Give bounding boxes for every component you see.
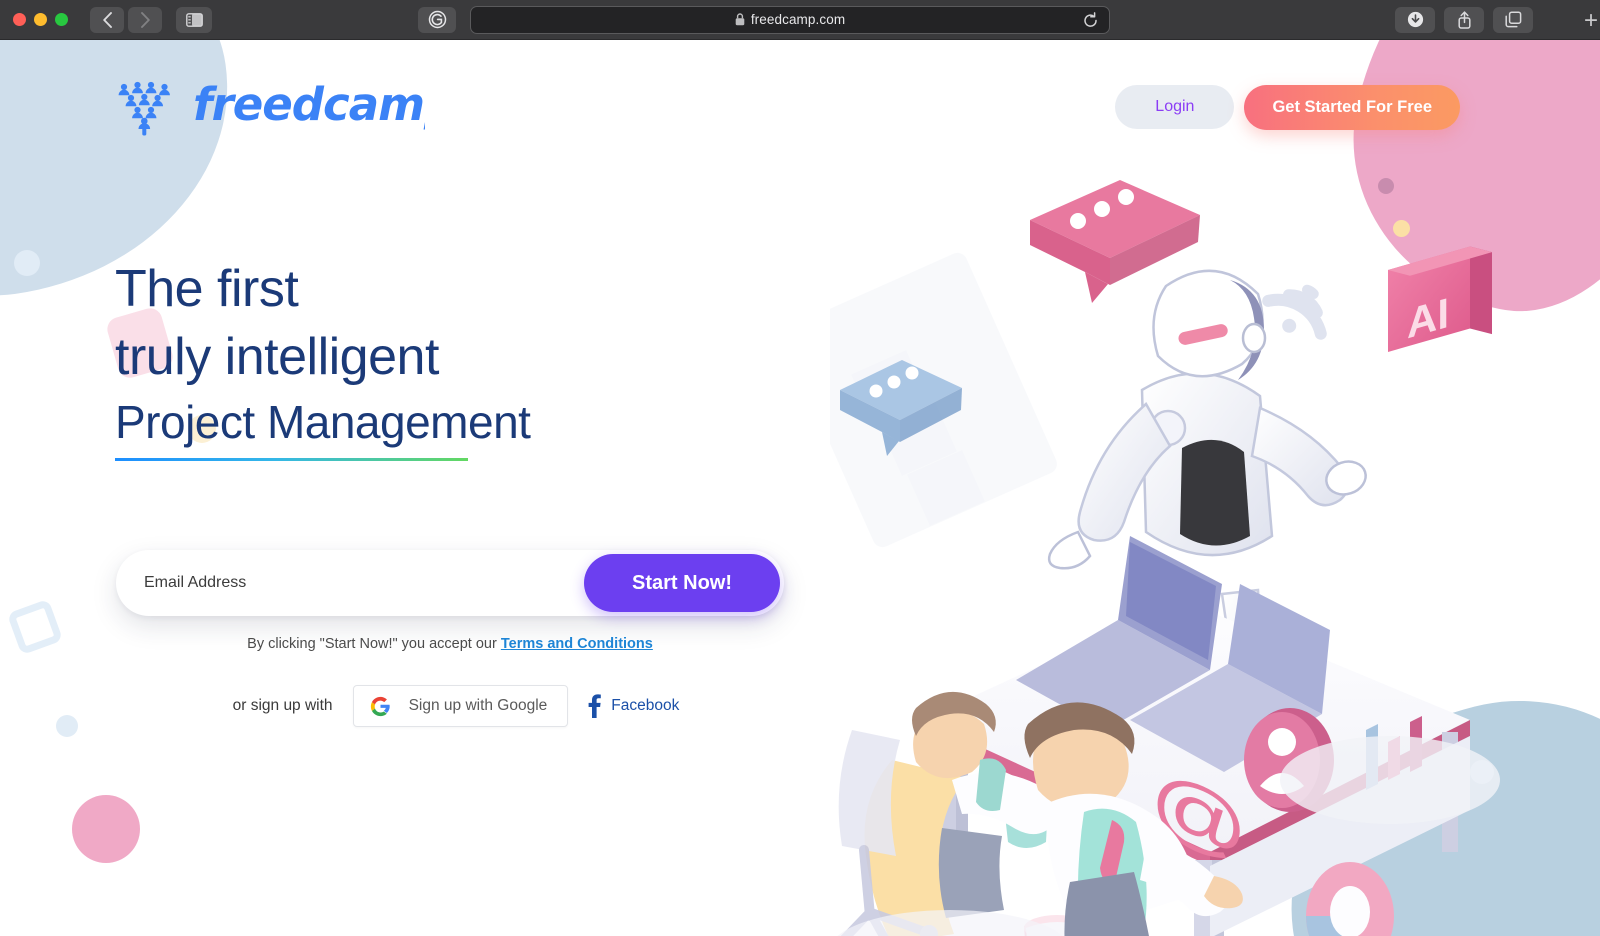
sidebar-toggle-button[interactable] bbox=[176, 6, 212, 33]
signup-form: Start Now! bbox=[116, 550, 784, 616]
hero-headline: The first truly intelligent Project Mana… bbox=[115, 255, 531, 461]
illustration-svg: AI @ bbox=[783, 180, 1500, 936]
facebook-signup-button[interactable]: Facebook bbox=[588, 694, 679, 718]
chevron-left-icon bbox=[102, 11, 112, 28]
email-input[interactable] bbox=[116, 550, 584, 616]
window-traffic-lights bbox=[13, 13, 68, 26]
downloads-icon bbox=[1407, 11, 1423, 28]
facebook-f-icon bbox=[588, 694, 602, 718]
decor-dot-blue-lower-left bbox=[56, 715, 78, 737]
brand-logo[interactable]: freedcamp bbox=[115, 77, 425, 137]
back-button[interactable] bbox=[90, 6, 124, 33]
ai-teamwork-illustration: AI @ bbox=[783, 160, 1590, 936]
share-button[interactable] bbox=[1444, 6, 1484, 33]
social-signup-row: or sign up with Sign up with Google Face… bbox=[116, 685, 796, 727]
floor-shadow bbox=[1280, 736, 1500, 824]
chevron-right-icon bbox=[140, 11, 150, 28]
address-bar-url: freedcamp.com bbox=[750, 12, 846, 27]
toolbar-right-buttons bbox=[1395, 6, 1533, 33]
headline-line-1: The first bbox=[115, 260, 299, 318]
headline-line-3: Project Management bbox=[115, 396, 531, 448]
extension-button[interactable] bbox=[418, 6, 456, 33]
svg-text:freedcamp: freedcamp bbox=[193, 79, 425, 131]
new-tab-button[interactable]: + bbox=[1584, 9, 1598, 33]
ghostery-extension-icon bbox=[428, 10, 446, 29]
freedcamp-wordmark: freedcamp bbox=[193, 79, 425, 131]
terms-and-conditions-link[interactable]: Terms and Conditions bbox=[501, 636, 653, 652]
maximize-window-button[interactable] bbox=[55, 13, 68, 26]
headline-line-2: truly intelligent bbox=[115, 328, 439, 386]
facebook-signup-label: Facebook bbox=[611, 697, 680, 714]
minimize-window-button[interactable] bbox=[34, 13, 47, 26]
terms-text: By clicking "Start Now!" you accept our bbox=[247, 636, 501, 652]
close-window-button[interactable] bbox=[13, 13, 26, 26]
login-button[interactable]: Login bbox=[1115, 85, 1235, 129]
headline-gradient-underline bbox=[115, 458, 468, 461]
webpage-body: freedcamp Login Get Started For Free The… bbox=[0, 40, 1600, 936]
tab-overview-button[interactable] bbox=[1493, 6, 1533, 33]
decor-circle-pink bbox=[72, 795, 140, 863]
google-g-icon bbox=[370, 696, 390, 716]
terms-disclaimer: By clicking "Start Now!" you accept our … bbox=[116, 636, 784, 652]
browser-toolbar: freedcamp.com + bbox=[0, 0, 1600, 40]
google-signup-button[interactable]: Sign up with Google bbox=[352, 685, 569, 727]
get-started-button[interactable]: Get Started For Free bbox=[1244, 84, 1460, 130]
forward-button[interactable] bbox=[128, 6, 162, 33]
address-bar[interactable]: freedcamp.com bbox=[470, 5, 1110, 34]
tab-overview-icon bbox=[1504, 11, 1521, 28]
wifi-icon bbox=[1262, 284, 1327, 340]
sidebar-toggle-icon bbox=[185, 12, 203, 27]
address-bar-content: freedcamp.com bbox=[735, 12, 845, 27]
navigation-buttons bbox=[90, 6, 162, 33]
decor-dot-blue-upper-left bbox=[14, 250, 40, 276]
share-icon bbox=[1457, 10, 1471, 29]
social-signup-label: or sign up with bbox=[232, 697, 333, 714]
reload-button[interactable] bbox=[1082, 11, 1099, 34]
site-header: freedcamp Login Get Started For Free bbox=[0, 62, 1600, 152]
freedcamp-tree-logo-icon bbox=[118, 81, 170, 136]
start-now-button[interactable]: Start Now! bbox=[584, 554, 780, 612]
lock-icon bbox=[735, 13, 745, 26]
reload-icon bbox=[1084, 11, 1097, 27]
downloads-button[interactable] bbox=[1395, 6, 1435, 33]
ai-badge-cube: AI bbox=[1388, 246, 1492, 352]
decor-square-outline bbox=[6, 598, 64, 656]
header-actions: Login Get Started For Free bbox=[1115, 84, 1460, 130]
google-signup-label: Sign up with Google bbox=[408, 697, 548, 714]
